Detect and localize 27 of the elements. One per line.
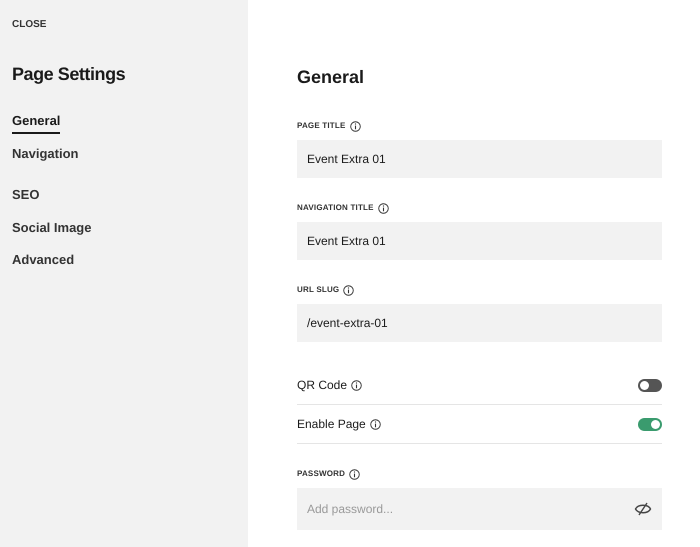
info-icon[interactable] — [349, 468, 360, 480]
text-field[interactable]: Event Extra 01 — [297, 140, 662, 178]
field-label: NAVIGATION TITLE — [297, 202, 374, 214]
field-label: PASSWORD — [297, 468, 346, 480]
toggle-switch[interactable] — [638, 378, 662, 392]
info-icon[interactable] — [378, 202, 389, 214]
info-icon[interactable] — [351, 380, 362, 390]
toggle-switch[interactable] — [638, 418, 662, 430]
field-label: URL SLUG — [297, 284, 340, 296]
eye-off-icon[interactable] — [634, 502, 652, 516]
nav-item[interactable]: Advanced — [12, 250, 74, 272]
password-field[interactable]: Add password... — [297, 488, 662, 530]
toggle-label: Enable Page — [297, 416, 366, 433]
text-field[interactable]: Event Extra 01 — [297, 222, 662, 260]
nav-item[interactable]: SEO — [12, 185, 40, 208]
text-field[interactable]: /event-extra-01 — [297, 304, 662, 342]
sidebar-title: Page Settings — [12, 63, 126, 86]
info-icon[interactable] — [350, 120, 361, 132]
toggle-label: QR Code — [297, 377, 348, 394]
nav-item[interactable]: Social Image — [12, 218, 92, 240]
nav-item[interactable]: General — [12, 111, 60, 134]
close-button[interactable]: CLOSE — [12, 17, 46, 32]
section-heading: General — [297, 66, 366, 89]
nav-item[interactable]: Navigation — [12, 144, 78, 166]
info-icon[interactable] — [343, 284, 354, 296]
info-icon[interactable] — [370, 418, 381, 430]
field-label: PAGE TITLE — [297, 120, 346, 132]
